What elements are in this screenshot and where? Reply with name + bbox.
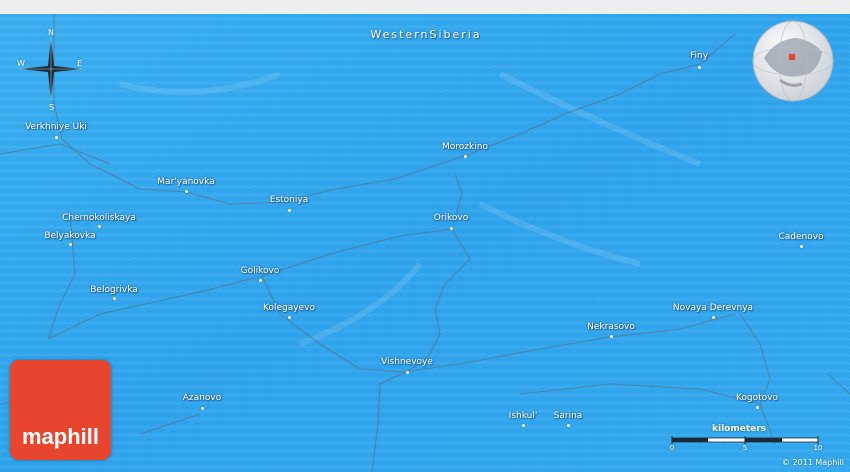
scale-tick-0: 0 (669, 444, 675, 452)
compass-north: N (48, 28, 54, 37)
place-marker (287, 315, 291, 319)
place-marker (287, 208, 291, 212)
place-marker (97, 224, 101, 228)
place-marker (463, 154, 467, 158)
region-title: WesternSiberia (370, 28, 482, 41)
place-label[interactable]: Orikovo (434, 213, 469, 224)
scale-title: kilometers (712, 424, 767, 434)
place-marker (521, 423, 525, 427)
place-marker (258, 278, 262, 282)
place-marker (200, 406, 204, 410)
place-marker (405, 370, 409, 374)
map-relief (0, 14, 850, 472)
place-label[interactable]: Golikovo (241, 266, 280, 277)
place-label[interactable]: Ishkul' (509, 411, 538, 422)
place-label[interactable]: Nekrasovo (587, 322, 635, 333)
place-label[interactable]: Finy (690, 51, 708, 62)
place-label[interactable]: Verkhniye Uki (25, 122, 87, 133)
place-label[interactable]: Novaya Derevnya (673, 303, 753, 314)
compass-south: S (49, 103, 55, 112)
place-label[interactable]: Belogrivka (90, 285, 138, 296)
place-marker (54, 135, 58, 139)
place-label[interactable]: Cadenovo (778, 232, 823, 243)
copyright-text: © 2011 Maphill (781, 458, 844, 467)
maphill-logo[interactable]: maphill (10, 360, 111, 460)
place-label[interactable]: Mar'yanovka (157, 177, 214, 188)
place-marker (449, 226, 453, 230)
compass-rose: N S E W (14, 28, 88, 112)
place-label[interactable]: Azanovo (183, 393, 221, 404)
place-marker (799, 244, 803, 248)
compass-west: W (17, 59, 25, 68)
locator-globe (750, 18, 836, 104)
place-label[interactable]: Chernokoliskaya (62, 213, 136, 224)
scale-tick-5: 5 (742, 444, 748, 452)
scale-tick-10: 10 (813, 444, 823, 452)
place-label[interactable]: Kolegayevo (263, 303, 315, 314)
logo-text: maphill (21, 424, 99, 449)
place-marker (184, 189, 188, 193)
place-label[interactable]: Morozkino (442, 142, 488, 153)
place-marker (112, 296, 116, 300)
place-marker (68, 242, 72, 246)
place-marker (755, 405, 759, 409)
place-label[interactable]: Estoniya (270, 195, 308, 206)
place-marker (697, 65, 701, 69)
place-label[interactable]: Belyakovka (44, 231, 95, 242)
map-view[interactable]: WesternSiberia N S E W Verkhniye Uki Mar… (0, 14, 850, 472)
globe-icon (752, 20, 834, 102)
place-label[interactable]: Sarina (554, 411, 583, 422)
place-marker (609, 334, 613, 338)
place-label[interactable]: Kogotovo (736, 393, 778, 404)
place-marker (711, 315, 715, 319)
place-label[interactable]: Vishnevoye (381, 357, 433, 368)
place-marker (566, 423, 570, 427)
compass-icon (20, 38, 82, 100)
scale-bar: kilometers 0 5 10 (668, 424, 823, 462)
compass-east: E (77, 59, 83, 68)
